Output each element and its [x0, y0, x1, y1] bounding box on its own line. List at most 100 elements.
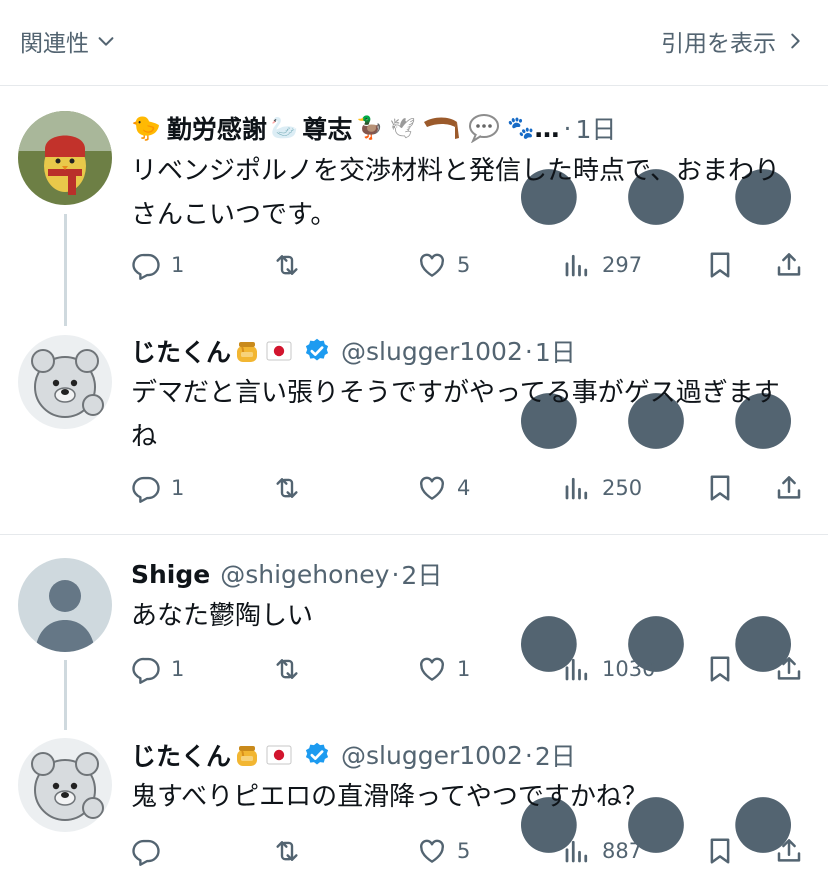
display-name-part-2[interactable]: 尊志 [302, 110, 352, 146]
honey-pot-icon [233, 741, 261, 769]
display-name[interactable]: 勤労感謝 [167, 110, 267, 146]
more-icon[interactable] [506, 569, 806, 719]
share-icon [774, 654, 804, 684]
repost-icon [272, 836, 302, 866]
thread-divider [0, 534, 828, 535]
views-icon [562, 836, 592, 866]
like-icon [417, 473, 447, 503]
sort-label: 関連性 [20, 31, 89, 57]
bookmark-button[interactable] [705, 473, 735, 503]
views-button[interactable]: 297 [562, 250, 642, 280]
sort-relevance-button[interactable]: 関連性 [20, 24, 117, 58]
chevron-down-icon [98, 37, 114, 46]
conversation-header: 関連性 引用を表示 [0, 0, 828, 86]
like-button[interactable]: 1 [417, 654, 470, 684]
view-quotes-link[interactable]: 引用を表示 [661, 24, 806, 58]
bookmark-icon [705, 654, 735, 684]
japan-flag-icon [265, 741, 293, 769]
share-button[interactable] [774, 836, 804, 866]
repost-button[interactable] [272, 250, 312, 280]
reply-icon [131, 654, 161, 684]
share-icon [774, 836, 804, 866]
like-count: 5 [457, 253, 471, 277]
share-icon [774, 473, 804, 503]
share-icon [774, 250, 804, 280]
swan-emoji-icon: 🦢 [270, 115, 299, 141]
bookmark-button[interactable] [705, 250, 735, 280]
reply-button[interactable]: 1 [131, 654, 184, 684]
repost-icon [272, 473, 302, 503]
share-button[interactable] [774, 473, 804, 503]
post-actions: 1 4 250 [131, 473, 811, 507]
like-icon [417, 654, 447, 684]
display-name[interactable]: じたくん [131, 333, 231, 369]
like-button[interactable]: 4 [417, 473, 470, 503]
like-button[interactable]: 5 [417, 836, 470, 866]
user-handle[interactable]: @slugger1002 [341, 337, 523, 366]
post-actions: 1 1 1030 [131, 654, 811, 688]
verified-icon [303, 741, 331, 769]
bookmark-icon [705, 836, 735, 866]
japan-flag-icon [265, 337, 293, 365]
user-handle[interactable]: @slugger1002 [341, 741, 523, 770]
share-button[interactable] [774, 250, 804, 280]
view-count: 250 [602, 476, 643, 500]
reply-button[interactable]: 1 [131, 250, 184, 280]
like-icon [417, 250, 447, 280]
user-handle[interactable]: @shigehoney [220, 560, 389, 589]
view-count: 297 [602, 253, 643, 277]
quotes-label: 引用を表示 [661, 31, 776, 57]
avatar[interactable] [18, 111, 112, 205]
repost-button[interactable] [272, 836, 312, 866]
honey-pot-icon [233, 337, 261, 365]
timestamp[interactable]: 2日 [401, 556, 442, 592]
reply-button[interactable]: 1 [131, 473, 184, 503]
avatar[interactable] [18, 335, 112, 429]
thread-line [64, 214, 67, 326]
views-icon [562, 473, 592, 503]
repost-button[interactable] [272, 473, 312, 503]
post-actions: 1 5 297 [131, 250, 811, 284]
bookmark-icon [705, 250, 735, 280]
reply-count: 1 [171, 476, 185, 500]
views-icon [562, 654, 592, 684]
post-text: あなた鬱陶しい [131, 601, 314, 631]
like-icon [417, 836, 447, 866]
reply-icon [131, 250, 161, 280]
reply-count: 1 [171, 657, 185, 681]
reply-button[interactable] [131, 836, 171, 866]
post-actions: 5 887 [131, 836, 811, 870]
boomerang-emoji-icon [424, 117, 460, 139]
post-text: 鬼すべりピエロの直滑降ってやつですかね？ [131, 782, 648, 812]
bookmark-button[interactable] [705, 654, 735, 684]
views-button[interactable]: 250 [562, 473, 642, 503]
more-icon[interactable] [506, 750, 806, 892]
separator-dot: · [391, 559, 400, 589]
bookmark-button[interactable] [705, 836, 735, 866]
repost-icon [272, 654, 302, 684]
post-text: リベンジポルノを交渉材料と発信した時点で、おまわりさんこいつです。 [131, 156, 780, 230]
views-button[interactable]: 1030 [562, 654, 655, 684]
thread-line [64, 660, 67, 730]
repost-icon [272, 250, 302, 280]
display-name[interactable]: じたくん [131, 737, 231, 773]
post-text: デマだと言い張りそうですがやってる事がゲス過ぎますね [131, 378, 780, 452]
default-avatar-icon[interactable] [18, 558, 112, 652]
like-button[interactable]: 5 [417, 250, 470, 280]
repost-button[interactable] [272, 654, 312, 684]
views-button[interactable]: 887 [562, 836, 642, 866]
like-count: 1 [457, 657, 471, 681]
reply-count: 1 [171, 253, 185, 277]
like-count: 5 [457, 839, 471, 863]
reply-icon [131, 836, 161, 866]
chevron-right-icon [791, 33, 800, 49]
speech-bubble-emoji-icon [469, 114, 500, 143]
duck-emoji-icon: 🦆 [356, 115, 384, 141]
avatar[interactable] [18, 738, 112, 832]
reply-icon [131, 473, 161, 503]
share-button[interactable] [774, 654, 804, 684]
post-header: Shige @shigehoney · 2日 [131, 556, 442, 592]
verified-icon [303, 337, 331, 365]
bookmark-icon [705, 473, 735, 503]
display-name[interactable]: Shige [131, 560, 210, 589]
